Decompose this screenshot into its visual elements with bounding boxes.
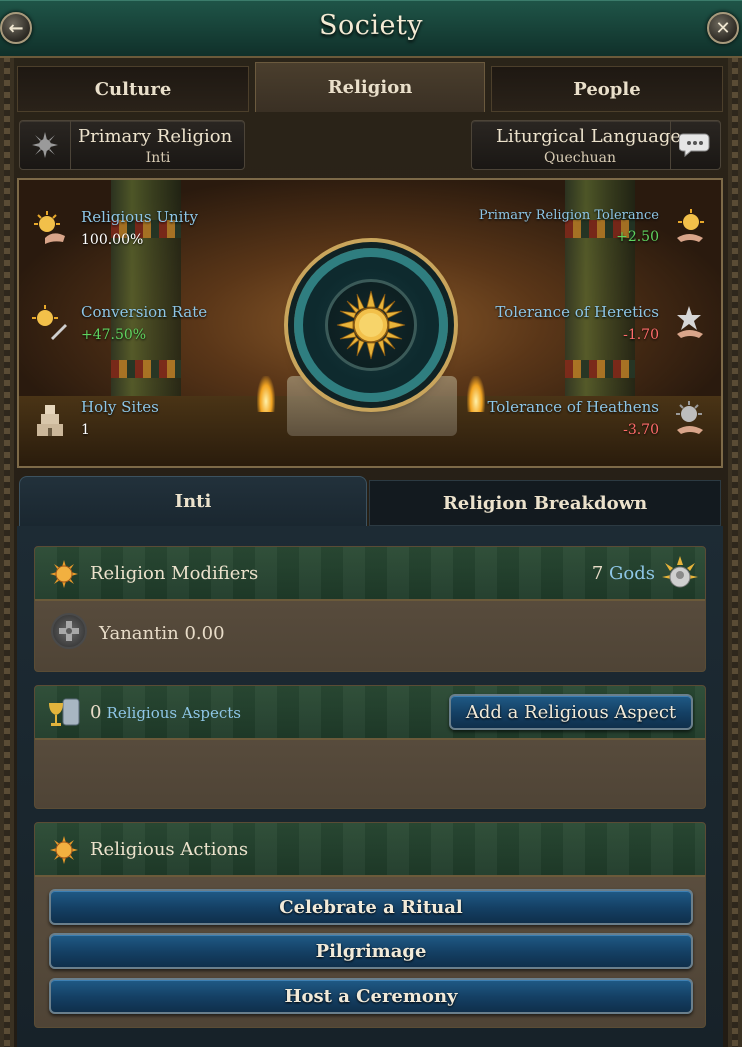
speech-bubble-icon: [671, 121, 721, 169]
torch-left: [257, 376, 275, 412]
religion-modifiers-header: Religion Modifiers 7 Gods: [35, 547, 705, 601]
religious-unity-value: 100.00%: [81, 232, 144, 248]
holy-sites-label: Holy Sites: [81, 398, 159, 416]
religious-aspects-header: 0 Religious Aspects Add a Religious Aspe…: [35, 686, 705, 740]
yanantin-emblem-icon: [51, 613, 87, 649]
sun-handshake-icon: [671, 208, 709, 246]
religion-banner: Religious Unity 100.00% Conversion Rate …: [17, 178, 723, 468]
torch-right: [467, 376, 485, 412]
modifier-yanantin[interactable]: Yanantin 0.00: [99, 623, 225, 644]
stat-tolerance-of-heathens: Tolerance of Heathens -3.70: [487, 398, 659, 438]
star-handshake-icon: [671, 304, 709, 342]
religious-aspects-count: 0 Religious Aspects: [90, 702, 241, 723]
stat-primary-religion-tolerance: Primary Religion Tolerance +2.50: [479, 208, 659, 245]
modifier-name: Yanantin: [99, 623, 179, 644]
sun-hand-icon: [31, 210, 69, 248]
tolerance-of-heathens-label: Tolerance of Heathens: [487, 398, 659, 416]
religious-aspects-link[interactable]: Religious Aspects: [107, 704, 241, 722]
primary-religion-tolerance-label: Primary Religion Tolerance: [478, 208, 659, 223]
society-tabs: Culture Religion People: [17, 62, 723, 112]
religious-actions-header: Religious Actions: [35, 823, 705, 877]
modifier-value: 0.00: [184, 623, 225, 644]
liturgical-language-value: Quechuan: [543, 150, 617, 166]
primary-religion-button[interactable]: Primary Religion Inti: [19, 120, 245, 170]
tab-inti[interactable]: Inti: [19, 476, 367, 526]
temple-icon: [33, 400, 71, 438]
stat-conversion-rate: Conversion Rate +47.50%: [81, 303, 207, 343]
gods-link[interactable]: Gods: [609, 563, 655, 584]
window-header: ← Society ✕: [0, 0, 742, 58]
conversion-rate-value: +47.50%: [81, 327, 147, 343]
religious-aspects-panel: 0 Religious Aspects Add a Religious Aspe…: [34, 685, 706, 809]
liturgical-language-button[interactable]: Liturgical Language Quechuan: [471, 120, 721, 170]
sun-badge-icon: [49, 559, 79, 589]
celebrate-ritual-button[interactable]: Celebrate a Ritual: [49, 889, 693, 925]
primary-religion-tolerance-value: +2.50: [616, 229, 659, 245]
religious-unity-label: Religious Unity: [81, 208, 198, 226]
religion-subtabs: Inti Religion Breakdown: [17, 476, 723, 526]
deity-icon: [661, 555, 699, 593]
sun-badge-icon: [49, 835, 79, 865]
close-x-icon: ✕: [715, 17, 731, 39]
add-religious-aspect-button[interactable]: Add a Religious Aspect: [449, 694, 693, 730]
aspects-count-value: 0: [90, 702, 102, 723]
spiked-handshake-icon: [671, 400, 709, 438]
stat-tolerance-of-heretics: Tolerance of Heretics -1.70: [495, 303, 659, 343]
holy-sites-value: 1: [81, 422, 90, 438]
religious-actions-title: Religious Actions: [90, 839, 249, 860]
gods-count[interactable]: 7 Gods: [592, 563, 655, 584]
conversion-rate-label: Conversion Rate: [81, 303, 208, 321]
religion-modifiers-panel: Religion Modifiers 7 Gods Yanantin 0.00: [34, 546, 706, 672]
religion-emblem: [294, 248, 448, 402]
gods-count-value: 7: [591, 563, 604, 584]
primary-religion-label: Primary Religion: [78, 126, 233, 147]
host-ceremony-button[interactable]: Host a Ceremony: [49, 978, 693, 1014]
tolerance-of-heretics-value: -1.70: [623, 327, 659, 343]
religious-actions-panel: Religious Actions Celebrate a Ritual Pil…: [34, 822, 706, 1028]
sun-disc-icon: [20, 121, 70, 169]
chalice-scroll-icon: [47, 695, 83, 731]
tab-culture[interactable]: Culture: [17, 66, 249, 112]
pilgrimage-button[interactable]: Pilgrimage: [49, 933, 693, 969]
stat-religious-unity: Religious Unity 100.00%: [81, 208, 198, 248]
tolerance-of-heretics-label: Tolerance of Heretics: [495, 303, 659, 321]
sun-quill-icon: [31, 304, 69, 342]
religion-modifiers-title: Religion Modifiers: [90, 563, 259, 584]
stat-holy-sites: Holy Sites 1: [81, 398, 159, 438]
tab-people[interactable]: People: [491, 66, 723, 112]
primary-religion-value: Inti: [145, 150, 171, 166]
inti-sun-icon: [325, 279, 417, 371]
liturgical-language-label: Liturgical Language: [496, 126, 682, 147]
tab-religion-breakdown[interactable]: Religion Breakdown: [369, 480, 721, 526]
tolerance-of-heathens-value: -3.70: [623, 422, 659, 438]
window-title: Society: [318, 10, 424, 41]
close-button[interactable]: ✕: [707, 12, 739, 44]
tab-religion[interactable]: Religion: [255, 62, 485, 112]
